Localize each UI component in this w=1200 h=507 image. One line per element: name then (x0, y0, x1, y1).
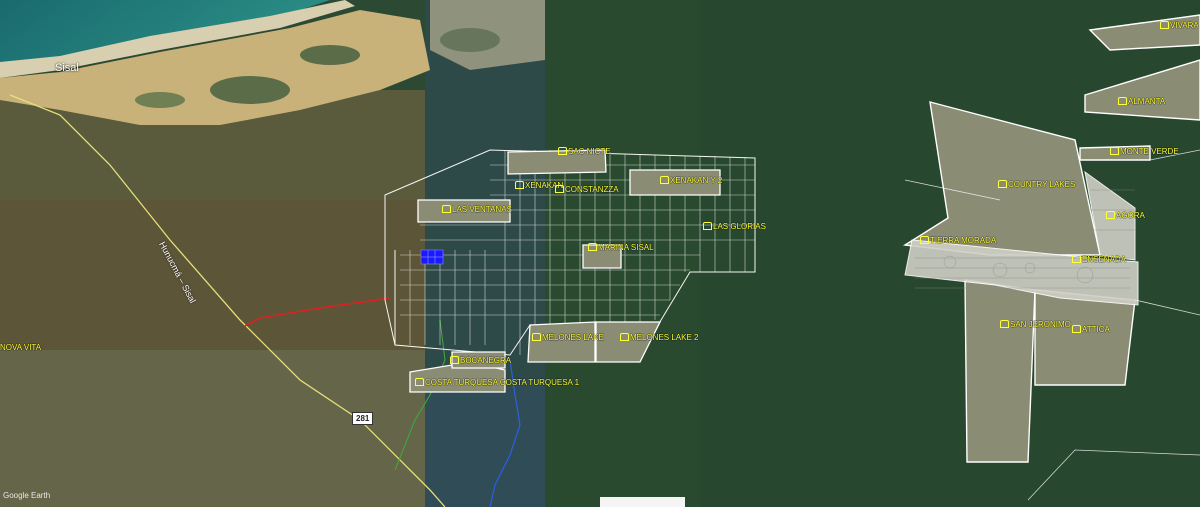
house-icon (703, 222, 712, 230)
label-melones-lake[interactable]: MELONES LAKE (532, 333, 604, 342)
google-earth-watermark: Google Earth (3, 491, 51, 500)
house-icon (1072, 325, 1081, 333)
label-sac-nicte[interactable]: SAC NICTE (558, 147, 611, 156)
label-vivara[interactable]: VIVARA (1160, 21, 1199, 30)
house-icon (620, 333, 629, 341)
label-almanta[interactable]: ALMANTA (1118, 97, 1165, 106)
house-icon (555, 185, 564, 193)
house-icon (1110, 147, 1119, 155)
label-constanzza[interactable]: CONSTANZZA (555, 185, 619, 194)
label-tierra-morada[interactable]: TIERRA MORADA (920, 236, 996, 245)
house-icon (532, 333, 541, 341)
label-las-ventanas[interactable]: LAS VENTANAS (442, 205, 512, 214)
house-icon (1160, 21, 1169, 29)
house-icon (558, 147, 567, 155)
town-label-sisal: Sisal (55, 62, 79, 74)
house-icon (415, 378, 424, 386)
house-icon (1072, 255, 1081, 263)
house-icon (588, 243, 597, 251)
highway-shield-281: 281 (352, 412, 374, 425)
label-nova-vita[interactable]: NOVA VITA (0, 344, 41, 352)
label-country-lakes[interactable]: COUNTRY LAKES (998, 180, 1075, 189)
house-icon (1106, 211, 1115, 219)
house-icon (442, 205, 451, 213)
label-las-glorias[interactable]: LAS GLORIAS (703, 222, 766, 231)
house-icon (660, 176, 669, 184)
label-agora[interactable]: AGORA (1106, 211, 1145, 220)
label-monte-verde[interactable]: MONTE VERDE (1110, 147, 1179, 156)
house-icon (998, 180, 1007, 188)
label-marina-sisal[interactable]: MARINA SISAL (588, 243, 654, 252)
house-icon (515, 181, 524, 189)
label-attica[interactable]: ATTICA (1072, 325, 1110, 334)
label-melones-lake-2[interactable]: MELONES LAKE 2 (620, 333, 698, 342)
house-icon (920, 236, 929, 244)
label-costa-turquesa[interactable]: COSTA TURQUESA COSTA TURQUESA 1 (415, 378, 579, 387)
satellite-map[interactable]: Sisal Hunucmá – Sisal 281 SAC NICTE XENA… (0, 0, 1200, 507)
house-icon (450, 356, 459, 364)
map-imagery (0, 0, 1200, 507)
house-icon (1000, 320, 1009, 328)
label-xenakan-2[interactable]: XENAKAN Y 2 (660, 176, 722, 185)
label-san-jeronimo[interactable]: SAN JERONIMO (1000, 320, 1071, 329)
label-ensenada[interactable]: ENSENADA (1072, 255, 1126, 264)
house-icon (1118, 97, 1127, 105)
label-bocanegra[interactable]: BOCANEGRA (450, 356, 511, 365)
